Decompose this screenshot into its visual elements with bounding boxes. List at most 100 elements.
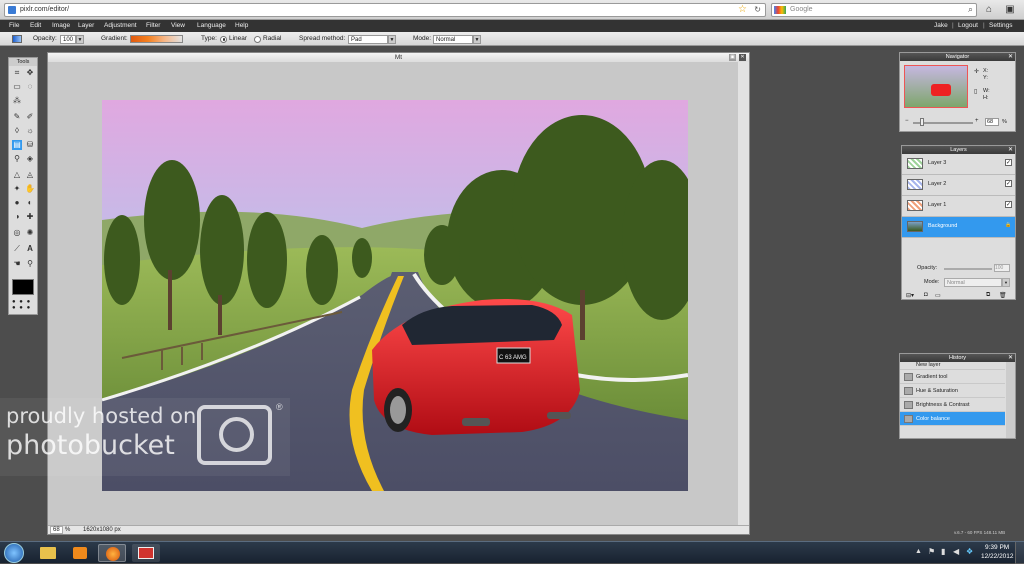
eraser-tool-icon[interactable]: ◊ (12, 126, 22, 136)
spot-heal-tool-icon[interactable]: ✚ (25, 212, 35, 222)
history-scrollbar[interactable] (1006, 362, 1015, 438)
pencil-tool-icon[interactable]: ✎ (12, 112, 22, 122)
close-icon[interactable]: ✕ (739, 54, 746, 61)
navigator-thumbnail[interactable] (904, 65, 968, 108)
network-icon[interactable]: ▮ (941, 547, 945, 556)
marquee-tool-icon[interactable]: ▭ (12, 82, 22, 92)
close-icon[interactable]: ✕ (1008, 354, 1013, 362)
layer-row-selected[interactable]: Background 🔒 (902, 217, 1015, 238)
zoom-tool-icon[interactable]: ⚲ (25, 259, 35, 269)
pinch-tool-icon[interactable]: ✺ (25, 228, 35, 238)
drawing-tool-icon[interactable]: △ (12, 170, 22, 180)
menu-adjustment[interactable]: Adjustment (104, 20, 137, 32)
layer-opacity-slider[interactable] (944, 268, 992, 270)
volume-icon[interactable]: ◀ (953, 547, 959, 556)
reload-page-icon[interactable]: ▣ (1003, 3, 1017, 17)
bookmark-star-icon[interactable]: ☆ (738, 4, 747, 15)
palette-dots-icon[interactable]: ● ● ● ● ● ● (12, 299, 31, 311)
clone-tool-icon[interactable]: ⚲ (12, 154, 22, 164)
logout-link[interactable]: Logout (958, 20, 978, 32)
brush-tool-icon[interactable]: ✐ (25, 112, 35, 122)
wand-tool-icon[interactable]: ⁂ (12, 96, 22, 106)
layer-row[interactable]: Layer 2 ✓ (902, 175, 1015, 196)
layer-visibility-checkbox[interactable]: ✓ (1005, 180, 1012, 187)
color-swatch[interactable] (12, 279, 34, 295)
menu-image[interactable]: Image (52, 20, 70, 32)
opacity-input[interactable]: 100 (60, 34, 76, 44)
media-player-taskbar-icon[interactable] (66, 544, 94, 562)
new-layer-icon[interactable]: ⧉ (986, 292, 990, 299)
navigator-zoom-input[interactable]: 68 (985, 118, 999, 126)
app-taskbar-icon[interactable] (132, 544, 160, 562)
blur-tool-icon[interactable]: ◬ (25, 170, 35, 180)
crop-tool-icon[interactable]: ⌗ (12, 68, 22, 78)
address-bar[interactable]: pixlr.com/editor/ ☆ ↻ (4, 3, 766, 17)
smudge-tool-icon[interactable]: ✋ (25, 184, 35, 194)
move-tool-icon[interactable]: ✥ (25, 68, 35, 78)
type-tool-icon[interactable]: A (25, 244, 35, 254)
reload-icon[interactable]: ↻ (754, 5, 761, 14)
home-icon[interactable]: ⌂ (982, 3, 996, 17)
maximize-icon[interactable]: ▣ (729, 54, 736, 61)
delete-layer-icon[interactable]: 🗑 (999, 292, 1007, 299)
layer-mask-icon[interactable]: ◘ (924, 292, 928, 298)
colorreplace-tool-icon[interactable]: ◈ (25, 154, 35, 164)
layer-mode-dropdown-icon[interactable]: ▼ (1002, 278, 1010, 287)
search-icon[interactable]: ⌕ (968, 4, 973, 15)
spread-dropdown-icon[interactable]: ▼ (388, 34, 396, 44)
menu-language[interactable]: Language (197, 20, 226, 32)
burn-tool-icon[interactable]: ◑ (12, 212, 22, 222)
menu-filter[interactable]: Filter (146, 20, 160, 32)
mode-select[interactable]: Normal (433, 34, 473, 44)
lasso-tool-icon[interactable]: ◌ (25, 82, 35, 92)
layer-opacity-input[interactable]: 100 (994, 264, 1010, 272)
opacity-dropdown-icon[interactable]: ▼ (76, 34, 84, 44)
clock-date[interactable]: 12/22/2012 (981, 553, 1014, 560)
menu-view[interactable]: View (171, 20, 185, 32)
start-button-icon[interactable] (4, 543, 24, 563)
explorer-taskbar-icon[interactable] (34, 544, 62, 562)
history-item[interactable]: Gradient tool (900, 370, 1005, 384)
history-item[interactable]: Hue & Saturation (900, 384, 1005, 398)
menu-file[interactable]: File (9, 20, 19, 32)
mode-dropdown-icon[interactable]: ▼ (473, 34, 481, 44)
redeye-tool-icon[interactable]: ☼ (25, 126, 35, 136)
layer-styles-icon[interactable]: ⊟▾ (906, 292, 914, 299)
sponge-tool-icon[interactable]: ● (12, 198, 22, 208)
history-item-selected[interactable]: Color balance (900, 412, 1005, 426)
close-icon[interactable]: ✕ (1008, 146, 1013, 154)
zoom-out-icon[interactable]: − (905, 118, 909, 124)
layer-row[interactable]: Layer 3 ✓ (902, 154, 1015, 175)
firefox-taskbar-icon[interactable] (98, 544, 126, 562)
layer-visibility-checkbox[interactable]: ✓ (1005, 159, 1012, 166)
sharpen-tool-icon[interactable]: ✦ (12, 184, 22, 194)
dropbox-icon[interactable]: ❖ (966, 547, 973, 556)
history-item[interactable]: Brightness & Contrast (900, 398, 1005, 412)
flag-icon[interactable]: ⚑ (928, 547, 935, 556)
eyedropper-tool-icon[interactable]: ⟋ (12, 244, 22, 254)
vertical-scrollbar[interactable] (738, 62, 749, 525)
type-radial-radio[interactable] (254, 35, 261, 43)
clock-time[interactable]: 9:39 PM (985, 544, 1009, 551)
layer-folder-icon[interactable]: ▭ (935, 292, 941, 299)
zoom-input[interactable]: 68 (50, 526, 63, 534)
tray-arrow-icon[interactable]: ▲ (915, 548, 922, 555)
menu-help[interactable]: Help (235, 20, 248, 32)
history-item[interactable]: New layer (900, 362, 1005, 370)
bucket-tool-icon[interactable]: ⛁ (25, 140, 35, 150)
settings-link[interactable]: Settings (989, 20, 1013, 32)
bloat-tool-icon[interactable]: ◎ (12, 228, 22, 238)
gradient-swatch[interactable] (130, 35, 183, 43)
layer-mode-select[interactable]: Normal (944, 278, 1002, 287)
zoom-slider-handle[interactable] (920, 118, 924, 126)
layer-visibility-checkbox[interactable]: ✓ (1005, 201, 1012, 208)
zoom-in-icon[interactable]: + (975, 118, 979, 124)
gradient-tool-button[interactable]: ▤ (12, 140, 22, 150)
type-linear-radio[interactable] (220, 35, 227, 43)
close-icon[interactable]: ✕ (1008, 53, 1013, 61)
layer-row[interactable]: Layer 1 ✓ (902, 196, 1015, 217)
spread-select[interactable]: Pad (348, 34, 388, 44)
dodge-tool-icon[interactable]: ◐ (25, 198, 35, 208)
menu-layer[interactable]: Layer (78, 20, 94, 32)
hand-tool-icon[interactable]: ☚ (12, 259, 22, 269)
